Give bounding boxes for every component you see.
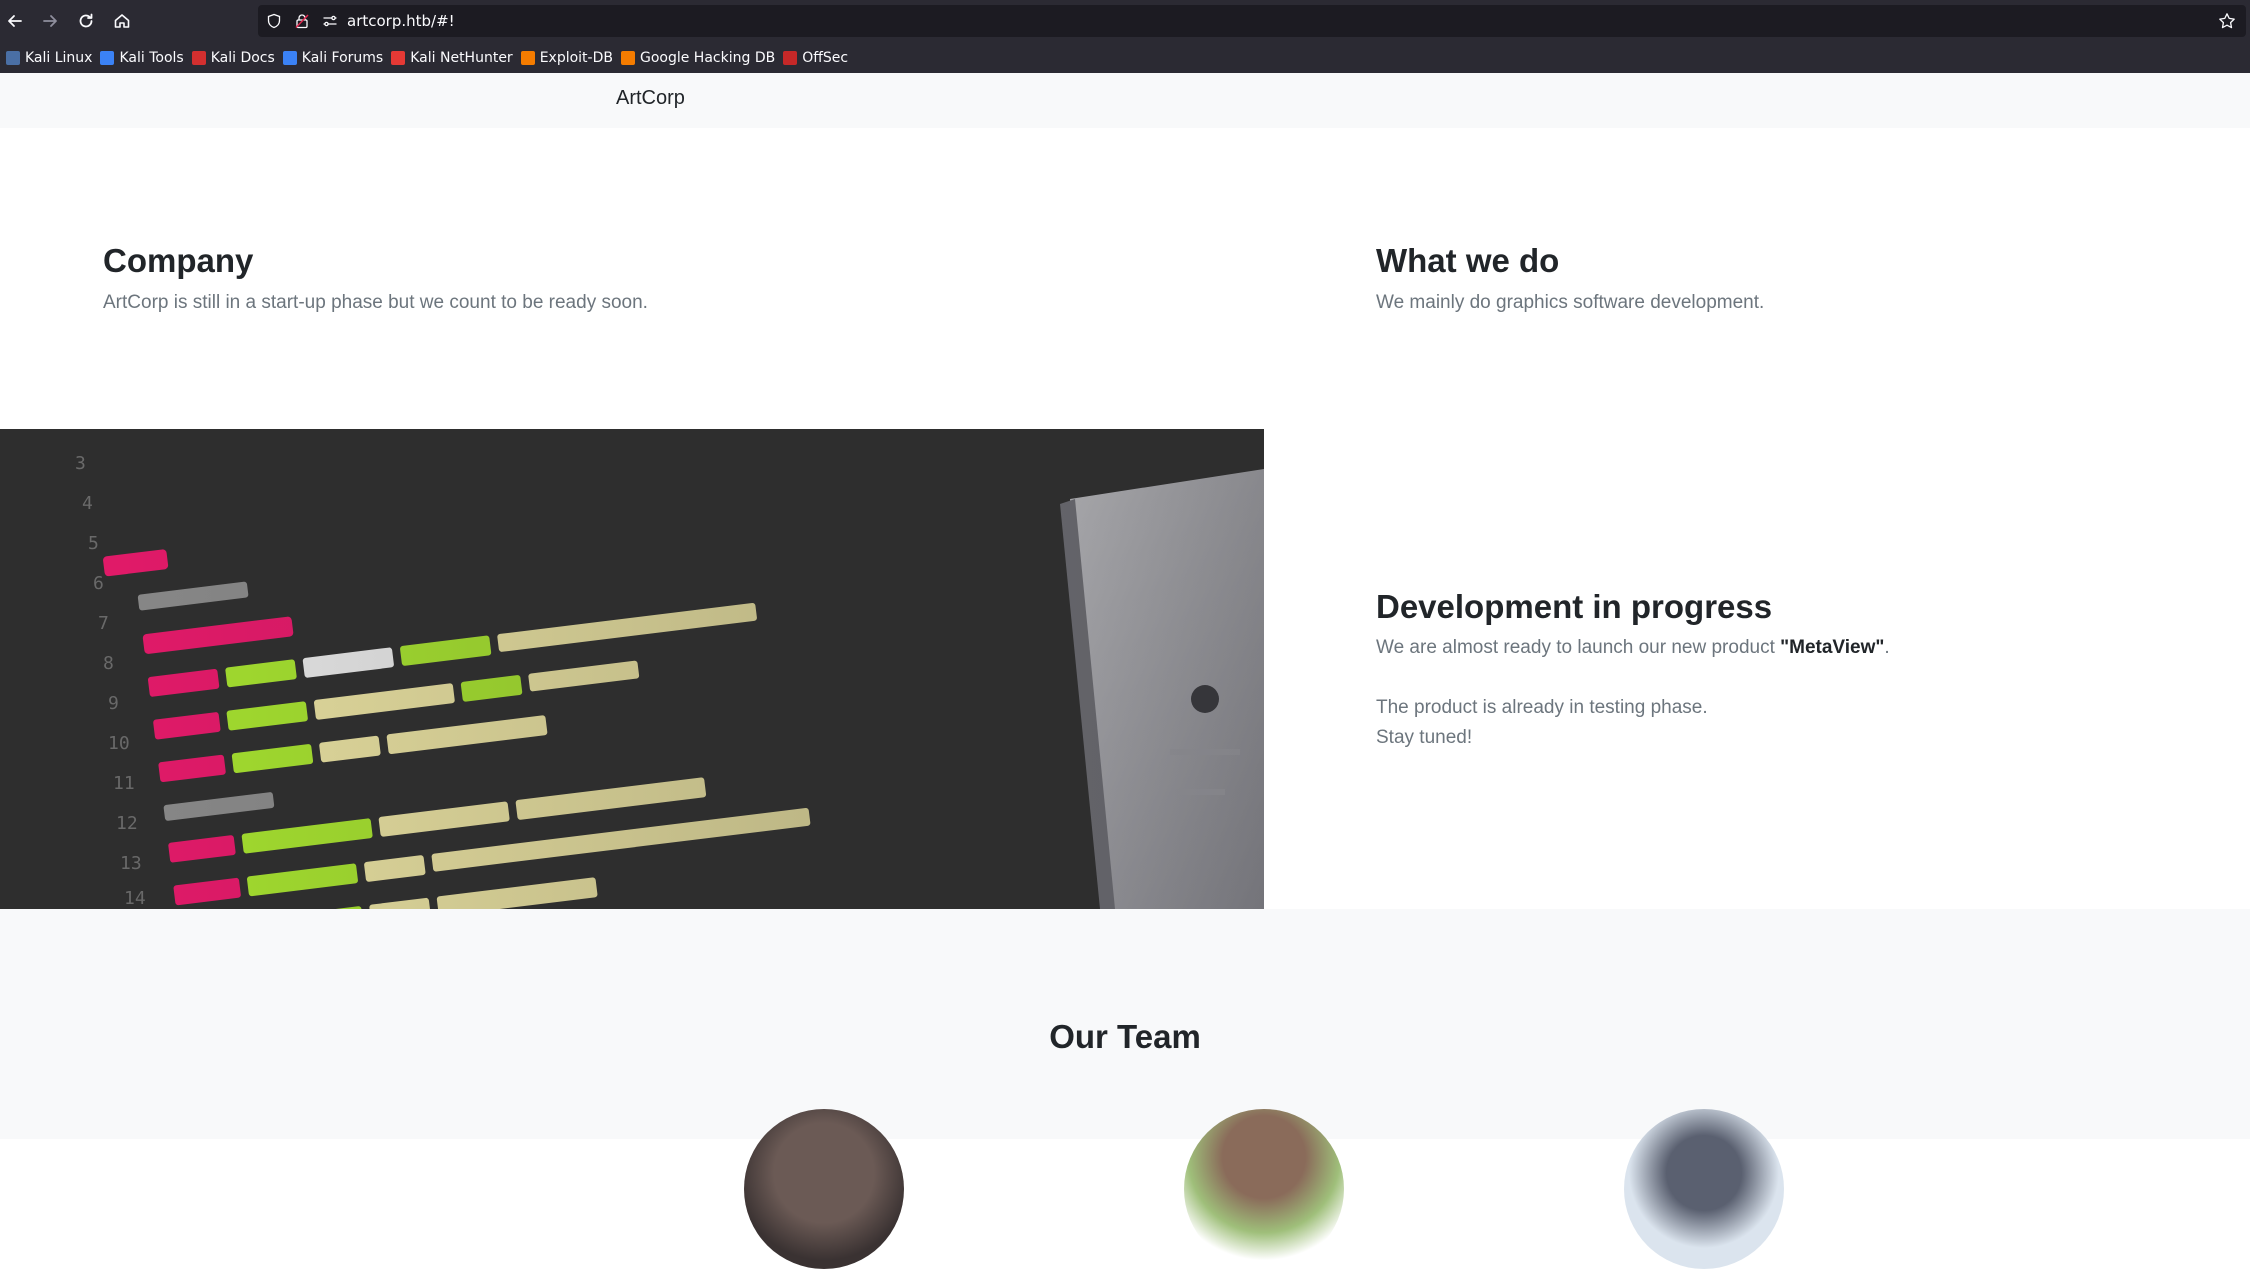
bookmark-label: Kali Linux [25,49,93,66]
company-heading: Company [103,242,254,279]
url-bar[interactable]: artcorp.htb/#! [258,5,2246,37]
stay-tuned-text: Stay tuned! [1376,727,1473,748]
kali-linux-icon [6,50,20,65]
bookmark-offsec[interactable]: OffSec [781,46,854,70]
exploit-db-icon [520,50,535,65]
company-text: ArtCorp is still in a start-up phase but… [103,292,648,313]
bookmark-kali-forums[interactable]: Kali Forums [281,46,389,70]
site-navbar: ArtCorp [0,73,2250,128]
kali-docs-icon [191,50,206,65]
development-text-suffix: . [1884,637,1890,658]
team-section: Our Team [0,909,2250,1269]
bookmark-label: Kali Docs [210,49,275,66]
tracking-shield-icon[interactable] [266,13,282,29]
forward-arrow-icon [43,15,57,27]
bookmark-kali-nethunter[interactable]: Kali NetHunter [389,46,518,70]
forward-button[interactable] [38,9,62,33]
kali-nethunter-icon [391,50,406,65]
bookmarks-toolbar: Kali Linux Kali Tools Kali Docs Kali Forums… [0,42,2250,74]
development-text: We are almost ready to launch our new pr… [1376,634,1890,662]
page-permissions-icon[interactable] [322,13,338,29]
google-hacking-db-icon [620,50,635,65]
team-member-avatar [1184,1109,1344,1269]
bookmark-label: Kali NetHunter [410,49,513,66]
bookmark-kali-linux[interactable]: Kali Linux [4,46,98,70]
bookmark-exploit-db[interactable]: Exploit-DB [519,46,619,70]
bookmark-star-icon[interactable] [2218,12,2236,30]
reload-button[interactable] [74,9,98,33]
what-we-do-text: We mainly do graphics software developme… [1376,292,1765,313]
team-heading: Our Team [1049,1018,1201,1055]
brand-link[interactable]: ArtCorp [616,87,685,110]
insecure-lock-icon[interactable] [294,13,310,29]
kali-tools-icon [100,50,115,65]
bookmark-label: OffSec [802,49,849,66]
bookmark-kali-tools[interactable]: Kali Tools [98,46,189,70]
bookmark-label: Kali Forums [301,49,384,66]
bookmark-google-hacking-db[interactable]: Google Hacking DB [619,46,781,70]
bookmark-label: Exploit-DB [539,49,613,66]
offsec-icon [783,50,798,65]
back-arrow-icon [8,15,22,27]
development-heading: Development in progress [1376,588,1773,625]
bookmark-label: Google Hacking DB [639,49,776,66]
kali-forums-icon [282,50,297,65]
browser-toolbar: artcorp.htb/#! [0,0,2250,42]
code-screenshot-image: 345 678 91011 121314 [0,429,1264,909]
testing-phase-text: The product is already in testing phase. [1376,697,1708,718]
url-text[interactable]: artcorp.htb/#! [347,11,455,31]
home-button[interactable] [110,9,134,33]
home-icon [114,14,130,28]
bookmark-label: Kali Tools [119,49,184,66]
team-member-avatar [744,1109,904,1269]
development-text-prefix: We are almost ready to launch our new pr… [1376,637,1781,658]
team-member-avatar [1624,1109,1784,1269]
reload-icon [79,13,93,28]
code-editor-illustration: 345 678 91011 121314 [0,429,1264,909]
product-name: "MetaView" [1780,637,1885,658]
back-button[interactable] [3,9,27,33]
bookmark-kali-docs[interactable]: Kali Docs [190,46,281,70]
what-we-do-heading: What we do [1376,242,1560,279]
